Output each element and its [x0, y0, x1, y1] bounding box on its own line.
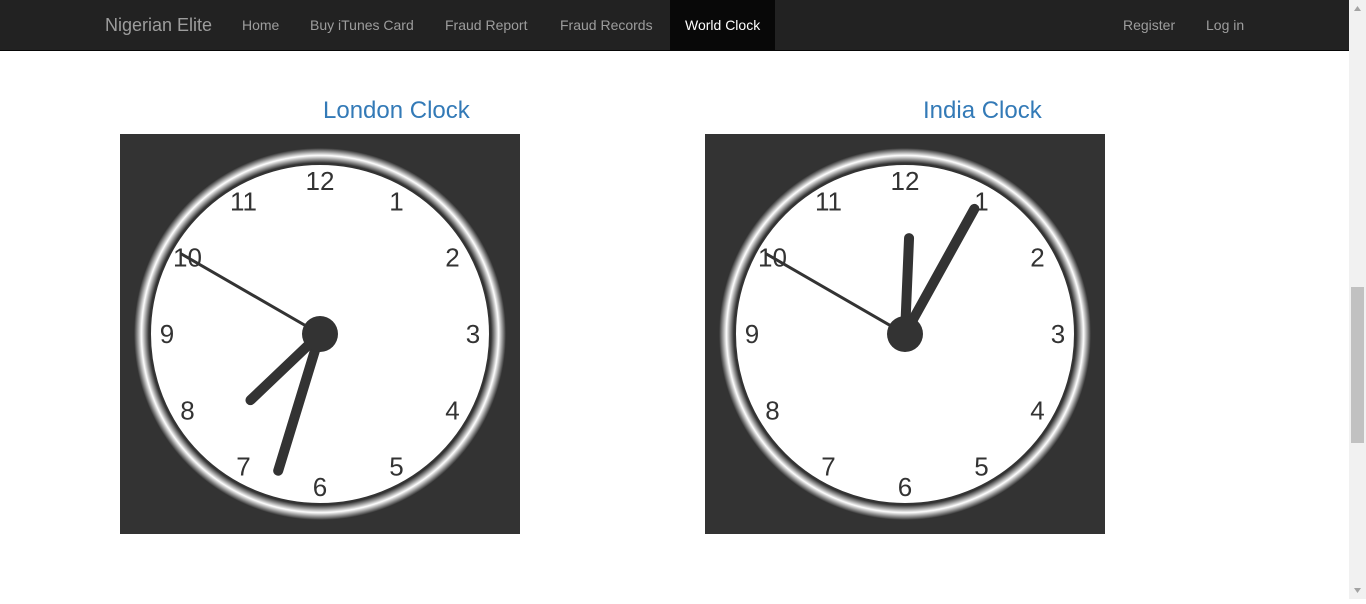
clock-number-6: 6: [898, 472, 912, 502]
scroll-down-icon[interactable]: [1349, 582, 1366, 599]
clock-number-4: 4: [1030, 396, 1044, 426]
clock-number-12: 12: [306, 166, 335, 196]
london-clock: 12 1 2 3 4 5 6 7 8 9 10 11: [120, 134, 520, 534]
clock-number-8: 8: [180, 396, 194, 426]
top-navbar: Nigerian Elite Home Buy iTunes Card Frau…: [0, 0, 1349, 51]
clock-center-cap: [887, 316, 923, 352]
clock-number-2: 2: [1030, 243, 1044, 273]
nav-item-world-clock[interactable]: World Clock: [670, 0, 776, 50]
clock-number-3: 3: [1051, 319, 1065, 349]
scroll-up-icon[interactable]: [1349, 0, 1366, 17]
nav-item-buy-itunes-card[interactable]: Buy iTunes Card: [295, 0, 429, 50]
clock-number-9: 9: [160, 319, 174, 349]
clock-number-11: 11: [230, 186, 257, 216]
clock-number-12: 12: [891, 166, 920, 196]
clock-center-cap: [302, 316, 338, 352]
nav-item-home[interactable]: Home: [227, 0, 294, 50]
london-clock-face: 121234567891011: [134, 148, 506, 520]
nav-item-fraud-records[interactable]: Fraud Records: [545, 0, 668, 50]
clock-number-4: 4: [445, 396, 459, 426]
clock-number-1: 1: [389, 186, 403, 216]
clock-number-8: 8: [765, 396, 779, 426]
clock-number-5: 5: [389, 452, 403, 482]
nav-item-log-in[interactable]: Log in: [1191, 0, 1259, 50]
scrollbar-thumb[interactable]: [1351, 287, 1364, 443]
london-clock-title: London Clock: [323, 97, 470, 124]
vertical-scrollbar[interactable]: [1349, 0, 1366, 599]
nav-item-register[interactable]: Register: [1108, 0, 1190, 50]
clock-number-2: 2: [445, 243, 459, 273]
clock-number-7: 7: [821, 452, 835, 482]
clock-number-9: 9: [745, 319, 759, 349]
clock-number-6: 6: [313, 472, 327, 502]
brand-link[interactable]: Nigerian Elite: [105, 0, 212, 50]
clock-number-5: 5: [974, 452, 988, 482]
india-clock-title: India Clock: [923, 97, 1042, 124]
india-clock: 12 1 2 3 4 5 6 7 8 9 10 11: [705, 134, 1105, 534]
nav-item-fraud-report[interactable]: Fraud Report: [430, 0, 542, 50]
clock-number-11: 11: [815, 186, 842, 216]
clock-number-7: 7: [236, 452, 250, 482]
india-clock-face: 121234567891011: [719, 148, 1091, 520]
clock-number-3: 3: [466, 319, 480, 349]
